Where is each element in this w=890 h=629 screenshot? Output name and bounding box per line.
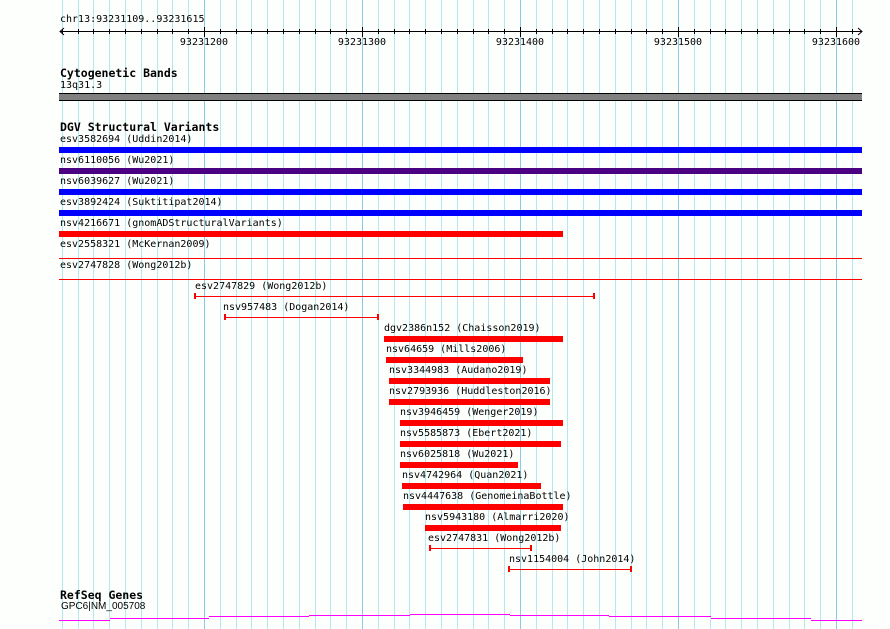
- variant-label: esv2747829 (Wong2012b): [195, 281, 328, 292]
- cytoband-label: 13q31.3: [60, 80, 103, 91]
- dgv-track-title: DGV Structural Variants: [60, 120, 220, 134]
- variant-label: nsv957483 (Dogan2014): [223, 302, 350, 313]
- cytoband-bar[interactable]: [59, 93, 862, 101]
- variant-bar[interactable]: [425, 525, 562, 531]
- variant-bar[interactable]: [59, 210, 862, 216]
- variant-bar[interactable]: [401, 483, 541, 489]
- ruler-tick-label: 93231300: [338, 37, 386, 48]
- variant-label: esv3582694 (Uddin2014): [60, 134, 193, 145]
- ruler-tick-label: 93231600: [812, 37, 860, 48]
- ruler-tick-label: 93231500: [654, 37, 702, 48]
- variant-start-cap: [193, 293, 196, 299]
- variant-end-cap: [629, 566, 632, 572]
- variant-label: esv2747831 (Wong2012b): [428, 533, 561, 544]
- variant-bar[interactable]: [59, 168, 862, 174]
- variant-line[interactable]: [224, 317, 378, 318]
- variant-label: esv2558321 (McKernan2009): [60, 239, 211, 250]
- variant-bar[interactable]: [399, 462, 519, 468]
- variant-start-cap: [428, 545, 431, 551]
- variant-end-cap: [376, 314, 379, 320]
- variant-label: nsv6110056 (Wu2021): [60, 155, 175, 166]
- variant-start-cap: [223, 314, 226, 320]
- variant-label: nsv64659 (Mills2006): [386, 344, 507, 355]
- variant-label: nsv1154004 (John2014): [509, 554, 636, 565]
- variant-label: nsv5943180 (Almarri2020): [425, 512, 570, 523]
- variant-line[interactable]: [508, 569, 631, 570]
- variant-bar[interactable]: [403, 504, 563, 510]
- variant-line[interactable]: [59, 258, 862, 259]
- variant-label: nsv3344983 (Audano2019): [389, 365, 528, 376]
- variant-bar[interactable]: [399, 420, 563, 426]
- variant-label: dgv2386n152 (Chaisson2019): [384, 323, 541, 334]
- ruler-tick-label: 93231200: [180, 37, 228, 48]
- variant-line[interactable]: [194, 296, 595, 297]
- variant-label: esv2747828 (Wong2012b): [60, 260, 193, 271]
- variant-label: nsv2793936 (Huddleston2016): [389, 386, 552, 397]
- variant-start-cap: [507, 566, 510, 572]
- variant-bar[interactable]: [388, 399, 551, 405]
- variant-line[interactable]: [429, 548, 532, 549]
- variant-label: nsv3946459 (Wenger2019): [400, 407, 539, 418]
- variant-label: esv3892424 (Suktitipat2014): [60, 197, 223, 208]
- variant-bar[interactable]: [385, 357, 524, 363]
- variant-bar[interactable]: [388, 378, 551, 384]
- ruler[interactable]: 93231200 93231300 93231400 93231500 93231600: [0, 24, 890, 48]
- variant-label: nsv6039627 (Wu2021): [60, 176, 175, 187]
- variant-label: nsv4447638 (GenomeinaBottle): [403, 491, 572, 502]
- variant-bar[interactable]: [399, 441, 562, 447]
- ruler-tick-label: 93231400: [496, 37, 544, 48]
- variant-bar[interactable]: [384, 336, 563, 342]
- variant-label: nsv4742964 (Quan2021): [402, 470, 529, 481]
- variant-bar[interactable]: [59, 231, 563, 237]
- variant-label: nsv6025818 (Wu2021): [400, 449, 515, 460]
- variant-bar[interactable]: [59, 147, 862, 153]
- variant-end-cap: [593, 293, 596, 299]
- variant-line[interactable]: [59, 279, 862, 280]
- variant-label: nsv4216671 (gnomADStructuralVariants): [60, 218, 283, 229]
- variant-bar[interactable]: [59, 189, 862, 195]
- gene-model[interactable]: [0, 605, 890, 625]
- cytoband-track-title: Cytogenetic Bands: [60, 66, 178, 80]
- variant-end-cap: [530, 545, 533, 551]
- variant-label: nsv5585873 (Ebert2021): [400, 428, 533, 439]
